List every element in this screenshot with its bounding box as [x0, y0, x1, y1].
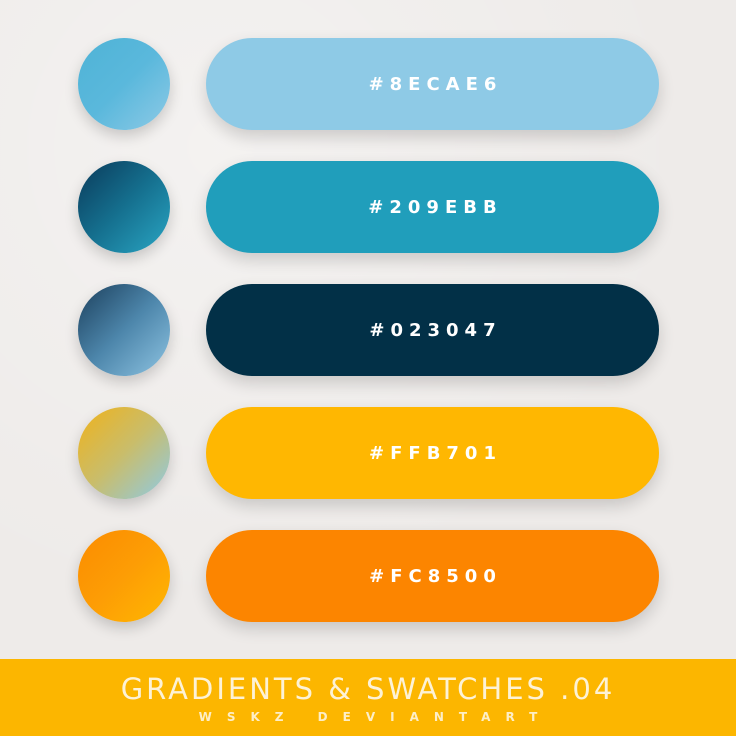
hex-code-label: #023047 — [369, 319, 502, 341]
swatch-row: #FFB701 — [0, 407, 736, 499]
footer-banner: GRADIENTS & SWATCHES .04 WSKZ DEVIANTART — [0, 659, 736, 736]
swatch-row: #023047 — [0, 284, 736, 376]
gradient-circle — [78, 161, 170, 253]
hex-code-label: #8ECAE6 — [368, 73, 503, 95]
hex-code-label: #209EBB — [368, 196, 503, 218]
swatch-row: #209EBB — [0, 161, 736, 253]
color-swatch-pill: #023047 — [206, 284, 659, 376]
gradient-circle — [78, 38, 170, 130]
gradient-circle — [78, 284, 170, 376]
swatch-row: #FC8500 — [0, 530, 736, 622]
color-swatch-pill: #FC8500 — [206, 530, 659, 622]
color-swatch-pill: #8ECAE6 — [206, 38, 659, 130]
footer-subtitle: WSKZ DEVIANTART — [198, 710, 553, 724]
gradient-circle — [78, 407, 170, 499]
swatch-row: #8ECAE6 — [0, 38, 736, 130]
hex-code-label: #FC8500 — [369, 565, 502, 587]
color-swatch-pill: #209EBB — [206, 161, 659, 253]
palette-canvas: #8ECAE6 #209EBB #023047 #FFB701 #FC8500 — [0, 0, 736, 736]
color-swatch-pill: #FFB701 — [206, 407, 659, 499]
hex-code-label: #FFB701 — [369, 442, 502, 464]
footer-title: GRADIENTS & SWATCHES .04 — [120, 672, 616, 706]
gradient-circle — [78, 530, 170, 622]
swatch-list: #8ECAE6 #209EBB #023047 #FFB701 #FC8500 — [0, 38, 736, 653]
